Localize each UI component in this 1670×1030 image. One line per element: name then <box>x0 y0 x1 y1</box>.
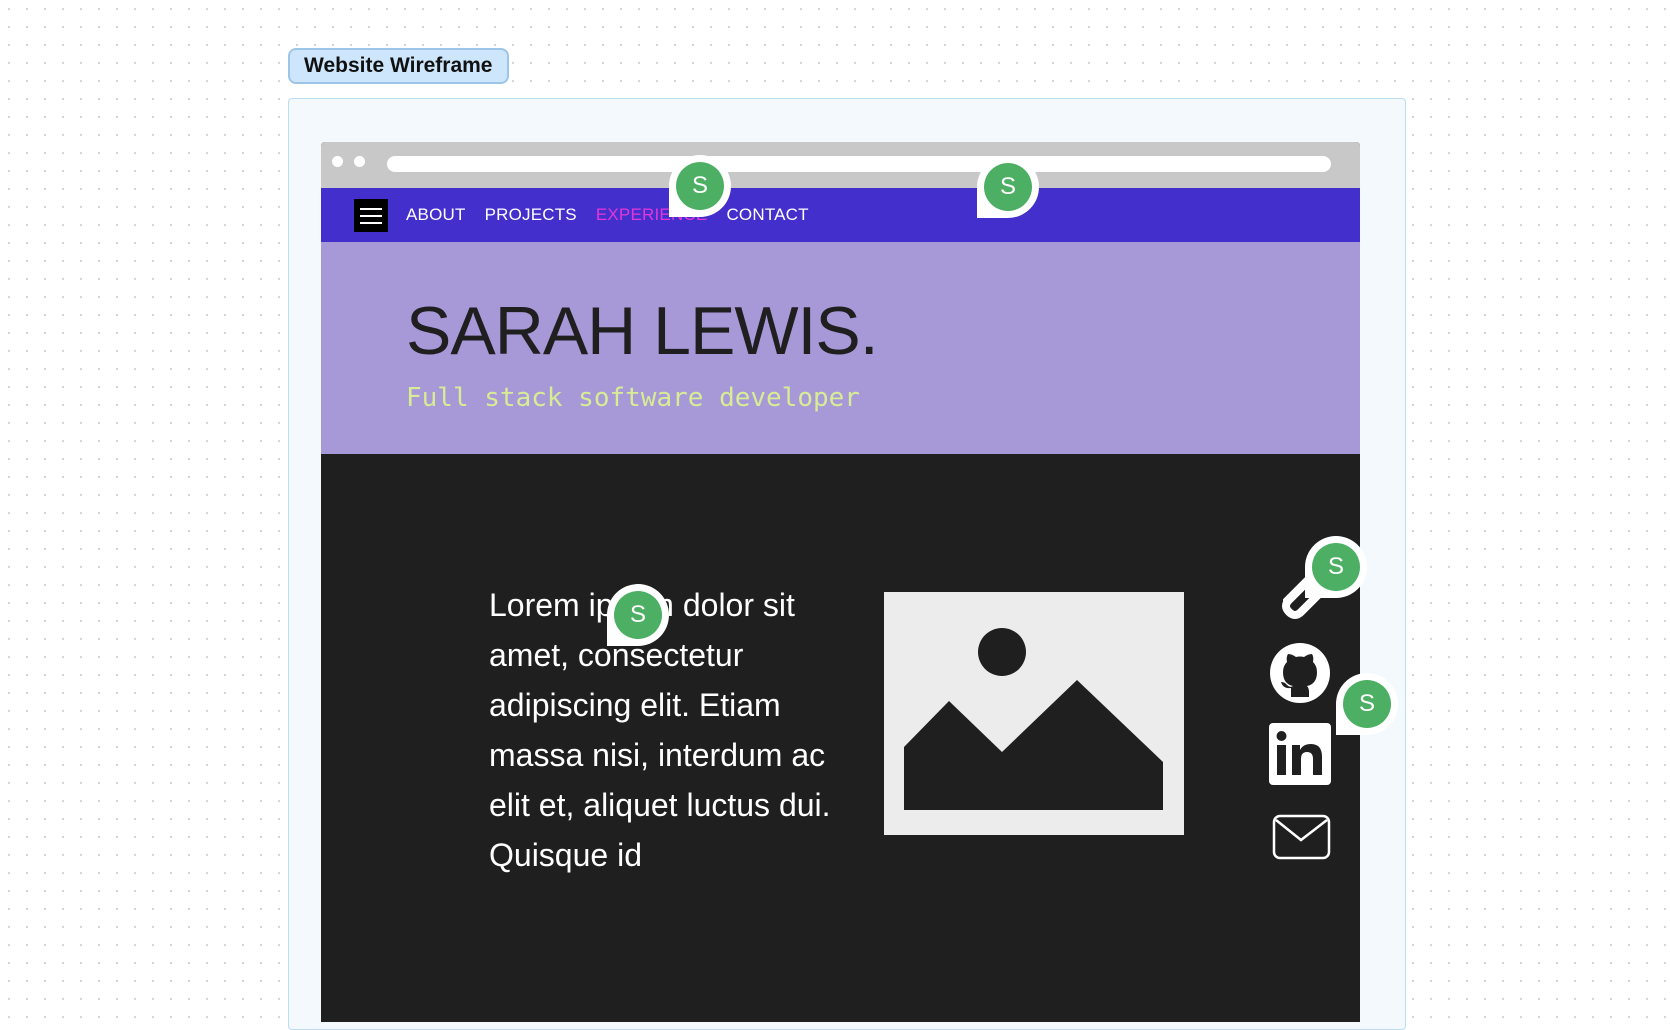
hero-name: SARAH LEWIS. <box>406 293 879 369</box>
linkedin-icon[interactable] <box>1269 723 1331 785</box>
image-placeholder-icon <box>884 592 1184 835</box>
navbar: ABOUT PROJECTS EXPERIENCE CONTACT <box>321 188 1360 242</box>
browser-mockup: ABOUT PROJECTS EXPERIENCE CONTACT SARAH … <box>321 142 1360 1022</box>
body-text: Lorem ipsum dolor sit amet, consectetur … <box>489 587 831 873</box>
github-icon[interactable] <box>1269 642 1331 704</box>
collaborator-avatar[interactable]: S <box>669 155 731 217</box>
nav-link-about[interactable]: ABOUT <box>406 205 466 225</box>
collaborator-avatar[interactable]: S <box>1336 673 1398 735</box>
hero-section: SARAH LEWIS. Full stack software develop… <box>321 242 1360 454</box>
nav-link-projects[interactable]: PROJECTS <box>485 205 577 225</box>
browser-chrome <box>321 142 1360 188</box>
collaborator-avatar[interactable]: S <box>977 156 1039 218</box>
hamburger-menu-icon[interactable] <box>354 199 388 232</box>
window-dot <box>354 156 365 167</box>
frame-label[interactable]: Website Wireframe <box>288 48 509 84</box>
nav-link-contact[interactable]: CONTACT <box>726 205 808 225</box>
mail-icon[interactable] <box>1269 804 1331 866</box>
collaborator-avatar[interactable]: S <box>607 584 669 646</box>
nav-links: ABOUT PROJECTS EXPERIENCE CONTACT <box>406 188 828 242</box>
url-bar[interactable] <box>387 156 1331 172</box>
window-dot <box>332 156 343 167</box>
collaborator-avatar[interactable]: S <box>1305 536 1367 598</box>
hero-subtitle: Full stack software developer <box>406 383 860 413</box>
